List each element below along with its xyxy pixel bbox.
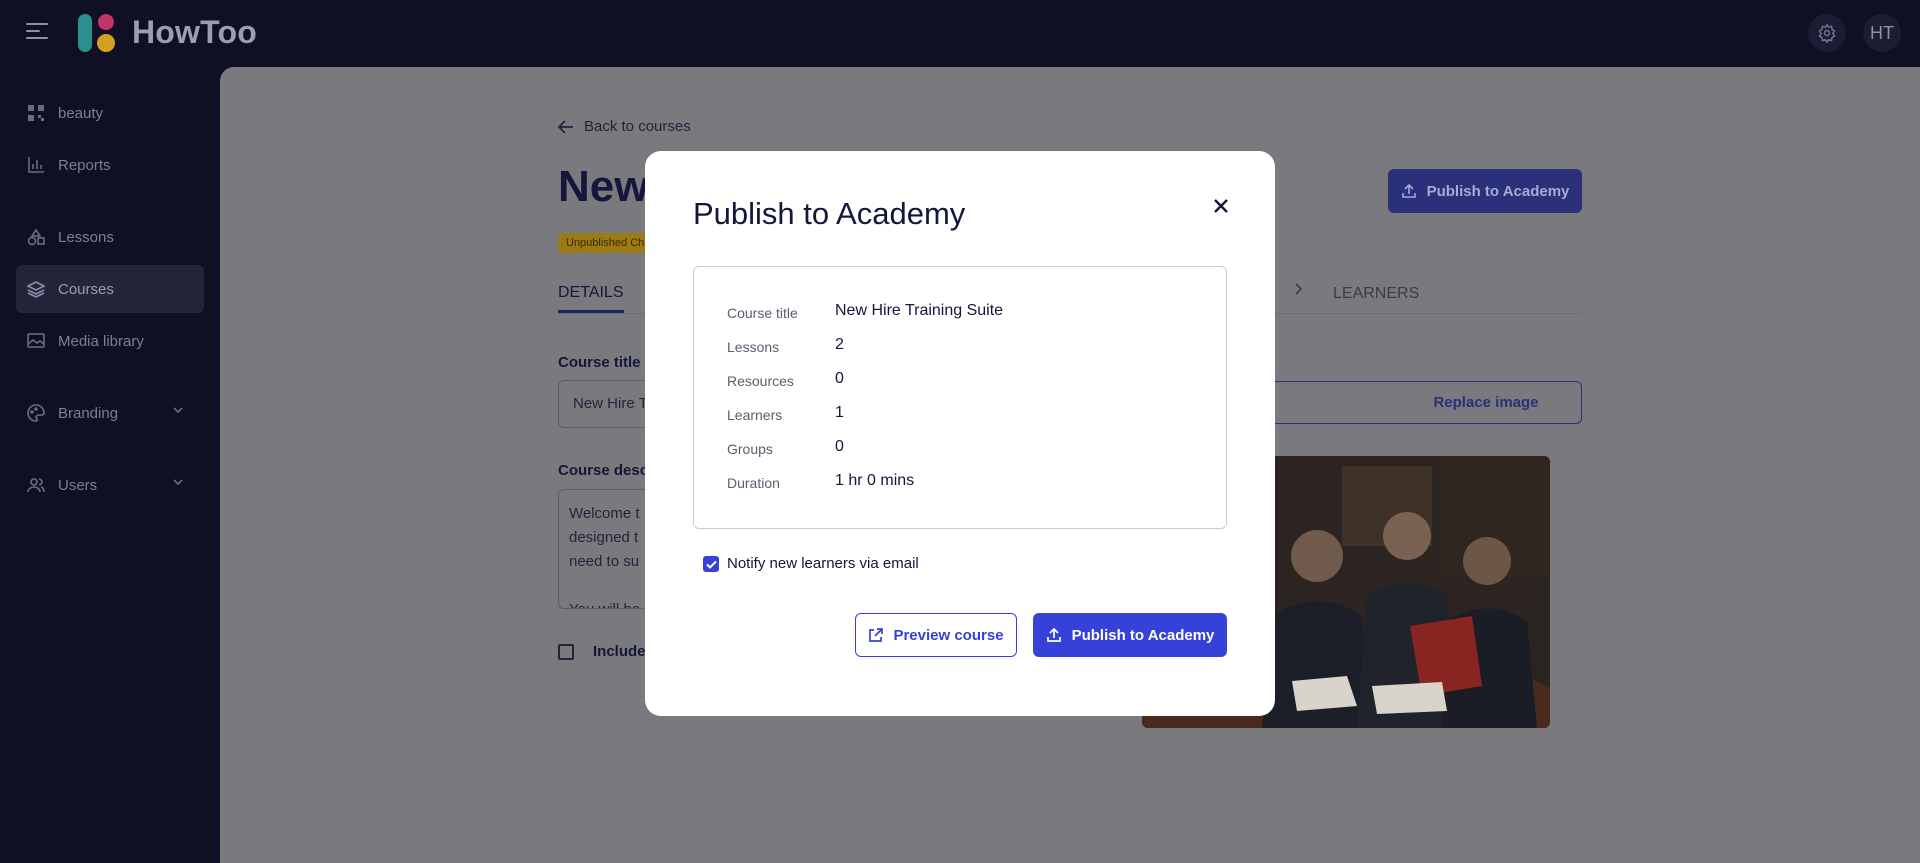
palette-icon — [26, 403, 46, 423]
tab-learners[interactable]: LEARNERS — [1333, 285, 1419, 303]
summary-value: 2 — [835, 336, 844, 353]
include-label: Include — [593, 643, 646, 660]
summary-value: 1 — [835, 404, 844, 421]
back-to-courses-link[interactable]: Back to courses — [558, 118, 691, 135]
publish-to-academy-label: Publish to Academy — [1071, 626, 1215, 644]
tab-details[interactable]: DETAILS — [558, 284, 624, 313]
summary-row-duration: Duration 1 hr 0 mins — [727, 472, 1197, 494]
course-description-label: Course desc — [558, 462, 649, 479]
summary-key: Course title — [727, 305, 798, 321]
sidebar-item-courses[interactable]: Courses — [16, 265, 204, 313]
avatar[interactable]: HT — [1863, 14, 1901, 52]
description-line: designed t — [569, 529, 639, 546]
summary-value: 1 hr 0 mins — [835, 472, 915, 489]
brand-name: HowToo — [132, 14, 258, 50]
summary-row-course-title: Course title New Hire Training Suite — [727, 302, 1197, 324]
preview-course-button[interactable]: Preview course — [855, 613, 1017, 657]
sidebar: beauty Reports Lessons Courses Media lib… — [0, 67, 220, 863]
course-summary-box: Course title New Hire Training Suite Les… — [693, 266, 1227, 529]
sidebar-item-label: Courses — [58, 280, 114, 298]
summary-key: Duration — [727, 475, 780, 491]
logo-icon — [78, 14, 115, 52]
users-icon — [26, 475, 46, 495]
gear-icon — [1818, 23, 1836, 43]
upload-icon — [1401, 183, 1416, 198]
status-badge: Unpublished Ch — [558, 233, 658, 253]
sidebar-item-label: Users — [58, 476, 98, 494]
sidebar-item-label: Lessons — [58, 228, 114, 246]
external-link-icon — [869, 627, 884, 642]
settings-button[interactable] — [1808, 14, 1846, 52]
checkmark-icon — [705, 560, 717, 569]
summary-row-resources: Resources 0 — [727, 370, 1197, 392]
description-line: You will bo — [569, 598, 657, 608]
summary-key: Groups — [727, 441, 773, 457]
description-line — [569, 574, 657, 598]
include-checkbox[interactable] — [558, 644, 574, 660]
notify-learners-checkbox[interactable] — [703, 556, 719, 572]
upload-icon — [1046, 627, 1061, 642]
replace-image-button[interactable]: Replace image — [1230, 381, 1582, 424]
summary-value: 0 — [835, 438, 844, 455]
sidebar-item-media-library[interactable]: Media library — [16, 317, 204, 365]
course-title-label: Course title — [558, 354, 641, 371]
layers-icon — [26, 279, 46, 299]
summary-row-learners: Learners 1 — [727, 404, 1197, 426]
summary-row-lessons: Lessons 2 — [727, 336, 1197, 358]
sidebar-item-label: Branding — [58, 404, 119, 422]
summary-key: Resources — [727, 373, 794, 389]
notify-learners-label[interactable]: Notify new learners via email — [727, 555, 919, 572]
qr-code-icon — [26, 103, 46, 123]
image-icon — [26, 331, 46, 351]
shapes-icon — [26, 227, 46, 247]
sidebar-item-label: Media library — [58, 332, 144, 350]
sidebar-item-users[interactable]: Users — [16, 461, 204, 509]
close-button[interactable] — [1208, 193, 1234, 219]
description-line: Welcome t — [569, 505, 640, 522]
publish-dialog: Publish to Academy Course title New Hire… — [645, 151, 1275, 716]
publish-to-academy-button[interactable]: Publish to Academy — [1033, 613, 1227, 657]
publish-to-academy-button-background[interactable]: Publish to Academy — [1388, 169, 1582, 213]
chevron-down-icon — [173, 479, 183, 486]
arrow-left-icon — [558, 119, 573, 134]
top-bar: HowToo HT — [0, 0, 1920, 67]
sidebar-item-beauty[interactable]: beauty — [16, 89, 204, 137]
summary-row-groups: Groups 0 — [727, 438, 1197, 460]
page-title: New — [558, 162, 649, 211]
dialog-title: Publish to Academy — [693, 196, 966, 231]
sidebar-item-lessons[interactable]: Lessons — [16, 213, 204, 261]
summary-value: 0 — [835, 370, 844, 387]
publish-label: Publish to Academy — [1426, 182, 1570, 200]
summary-key: Lessons — [727, 339, 780, 355]
back-link-label: Back to courses — [584, 118, 691, 135]
sidebar-item-reports[interactable]: Reports — [16, 141, 204, 189]
bar-chart-icon — [26, 155, 46, 175]
hamburger-menu-icon[interactable] — [26, 22, 48, 40]
summary-key: Learners — [727, 407, 783, 423]
summary-value: New Hire Training Suite — [835, 302, 1004, 319]
sidebar-item-branding[interactable]: Branding — [16, 389, 204, 437]
description-line: need to su — [569, 553, 640, 570]
close-icon — [1214, 199, 1228, 213]
chevron-down-icon — [173, 407, 183, 414]
preview-course-label: Preview course — [893, 626, 1004, 644]
sidebar-item-label: beauty — [58, 104, 104, 122]
chevron-right-icon — [1295, 283, 1303, 295]
sidebar-item-label: Reports — [58, 156, 111, 174]
